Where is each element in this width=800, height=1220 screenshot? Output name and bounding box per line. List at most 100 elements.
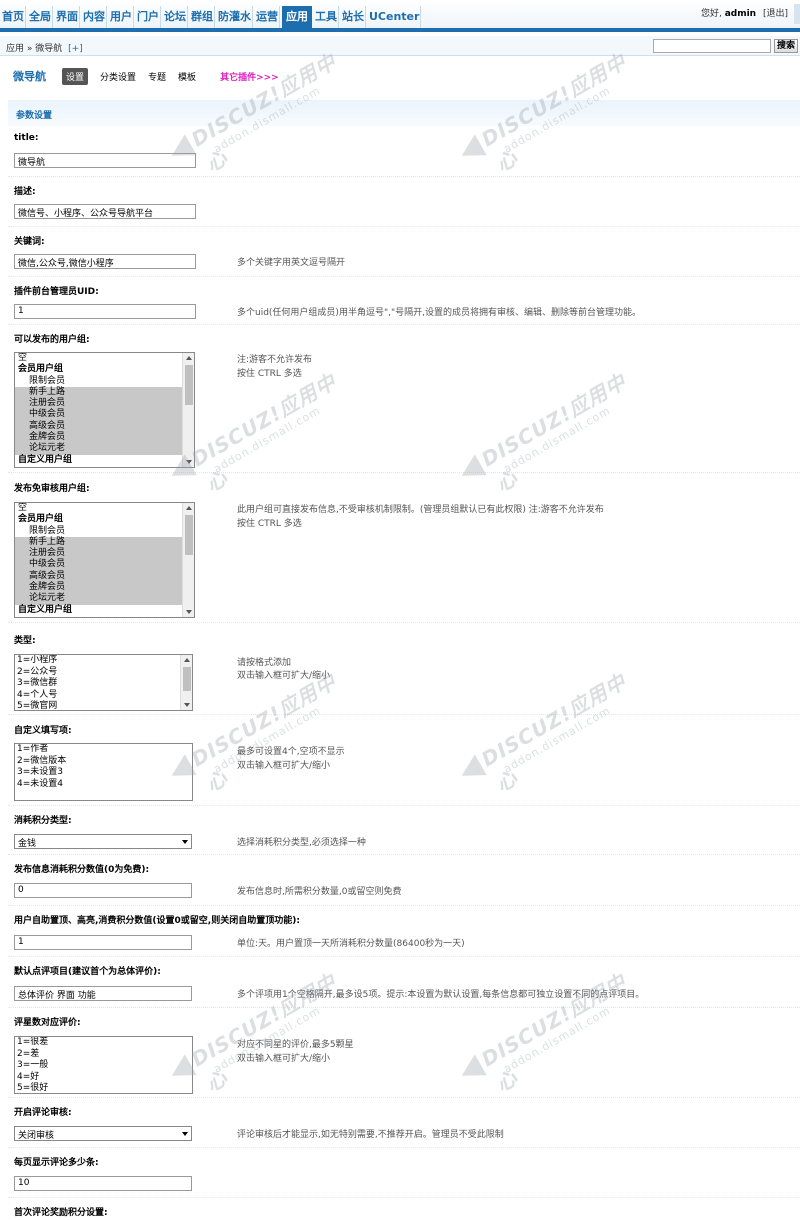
chevron-down-icon bbox=[182, 1132, 188, 1136]
scroll-up-icon[interactable] bbox=[186, 356, 192, 360]
top-cost-input[interactable]: 1 bbox=[14, 935, 192, 950]
nav-item-13[interactable]: UCenter bbox=[368, 6, 422, 28]
group-option[interactable]: 自定义用户组 bbox=[15, 605, 194, 616]
nav-item-10[interactable]: 应用 bbox=[282, 6, 312, 28]
nav-item-11[interactable]: 工具 bbox=[314, 6, 339, 28]
nav-item-12[interactable]: 站长 bbox=[341, 6, 366, 28]
tab-settings[interactable]: 设置 bbox=[62, 67, 89, 85]
keywords-input[interactable]: 微信,公众号,微信小程序 bbox=[14, 254, 196, 269]
search-button[interactable]: 搜索 bbox=[774, 39, 798, 53]
group-option[interactable]: 注册会员 bbox=[15, 548, 194, 560]
frame-toggle-icon[interactable] bbox=[794, 4, 800, 24]
title-input[interactable]: 微导航 bbox=[14, 153, 196, 168]
row-divider bbox=[8, 956, 800, 957]
breadcrumb-root[interactable]: 应用 bbox=[6, 44, 24, 54]
section-title: 参数设置 bbox=[16, 111, 53, 121]
scroll-down-icon[interactable] bbox=[186, 610, 192, 614]
watermark-logo-icon bbox=[455, 134, 487, 167]
title-label: title: bbox=[14, 133, 39, 143]
scroll-thumb[interactable] bbox=[183, 667, 191, 691]
group-option[interactable]: 空 bbox=[15, 353, 194, 364]
nav-item-3[interactable]: 内容 bbox=[82, 6, 107, 28]
row-divider bbox=[8, 854, 800, 855]
watermark-logo-icon bbox=[455, 454, 487, 487]
description-input[interactable]: 微信号、小程序、公众号导航平台 bbox=[14, 204, 196, 219]
credit-type-label: 消耗积分类型: bbox=[14, 816, 72, 826]
group-option[interactable]: 新手上路 bbox=[15, 386, 194, 399]
credit-type-select[interactable]: 金钱 bbox=[14, 834, 192, 849]
search-input[interactable] bbox=[653, 39, 771, 53]
listbox-scrollbar[interactable] bbox=[182, 353, 194, 467]
custom-fields-textarea[interactable]: 1=作者 2=微信版本 3=未设置3 4=未设置4 bbox=[14, 743, 193, 801]
group-option[interactable]: 空 bbox=[15, 503, 194, 514]
group-option[interactable]: 注册会员 bbox=[15, 398, 194, 410]
scroll-down-icon[interactable] bbox=[184, 703, 190, 707]
keywords-tip: 多个关键字用英文逗号隔开 bbox=[237, 258, 346, 268]
group-option[interactable]: 中级会员 bbox=[15, 559, 194, 571]
row-divider bbox=[8, 1197, 800, 1198]
row-divider bbox=[8, 905, 800, 906]
nav-item-6[interactable]: 论坛 bbox=[163, 6, 188, 28]
group-option[interactable]: 论坛元老 bbox=[15, 593, 194, 605]
types-textarea[interactable]: 1=小程序 2=公众号 3=微信群 4=个人号 5=微官网 bbox=[14, 654, 193, 711]
textarea-scrollbar[interactable] bbox=[180, 655, 192, 710]
nav-item-2[interactable]: 界面 bbox=[55, 6, 80, 28]
nav-item-8[interactable]: 防灌水 bbox=[217, 6, 253, 28]
group-option[interactable]: 限制会员 bbox=[15, 376, 194, 387]
admin-uid-input[interactable]: 1 bbox=[14, 304, 196, 319]
exempt-groups-tip-multiselect: 按住 CTRL 多选 bbox=[237, 519, 302, 529]
watermark-url: addon.dismall.com bbox=[501, 403, 613, 476]
watermark-url: addon.dismall.com bbox=[211, 403, 323, 476]
add-shortcut-link[interactable]: [+] bbox=[68, 44, 83, 54]
group-option[interactable]: 金牌会员 bbox=[15, 582, 194, 594]
group-option[interactable]: 会员用户组 bbox=[15, 514, 194, 525]
breadcrumb-separator: » bbox=[26, 44, 33, 54]
scroll-up-icon[interactable] bbox=[184, 658, 190, 662]
group-option[interactable]: 会员用户组 bbox=[15, 364, 194, 375]
row-divider bbox=[8, 324, 800, 325]
rating-items-label: 默认点评项目(建议首个为总体评价): bbox=[14, 967, 161, 977]
comment-review-select[interactable]: 关闭审核 bbox=[14, 1126, 192, 1141]
types-label: 类型: bbox=[14, 636, 36, 646]
scroll-thumb[interactable] bbox=[185, 365, 193, 405]
section-header: 参数设置 bbox=[8, 100, 800, 126]
nav-item-0[interactable]: 首页 bbox=[1, 6, 26, 28]
group-option[interactable]: 论坛元老 bbox=[15, 443, 194, 455]
nav-item-4[interactable]: 用户 bbox=[109, 6, 134, 28]
group-option[interactable]: 自定义用户组 bbox=[15, 455, 194, 466]
group-option[interactable]: 中级会员 bbox=[15, 409, 194, 421]
nav-item-5[interactable]: 门户 bbox=[136, 6, 161, 28]
description-label: 描述: bbox=[14, 187, 36, 197]
logout-link[interactable]: [退出] bbox=[763, 9, 788, 19]
group-option[interactable]: 高级会员 bbox=[15, 420, 194, 433]
main-menu: 首页 全局 界面 内容 用户 门户 论坛 群组 防灌水 运营 应用 工具 站长 UCenter bbox=[1, 6, 423, 28]
listbox-scrollbar[interactable] bbox=[182, 503, 194, 617]
watermark-brand: DISCUZ!应用中心 bbox=[477, 369, 631, 497]
tab-topics[interactable]: 专题 bbox=[148, 70, 166, 83]
rating-items-input[interactable]: 总体评价 界面 功能 bbox=[14, 986, 192, 1001]
group-option[interactable]: 新手上路 bbox=[15, 536, 194, 549]
comment-review-tip: 评论审核后才能显示,如无特别需要,不推荐开启。管理员不受此限制 bbox=[237, 1130, 504, 1140]
group-option[interactable]: 高级会员 bbox=[15, 570, 194, 583]
scroll-up-icon[interactable] bbox=[186, 506, 192, 510]
nav-item-7[interactable]: 群组 bbox=[190, 6, 215, 28]
textarea-line: 1=小程序 bbox=[17, 655, 58, 665]
scroll-thumb[interactable] bbox=[185, 515, 193, 555]
watermark-logo-icon bbox=[455, 754, 487, 787]
exempt-groups-select[interactable]: 空 会员用户组 限制会员 新手上路 注册会员 中级会员 高级会员 金牌会员 论坛… bbox=[14, 502, 195, 618]
group-option[interactable]: 金牌会员 bbox=[15, 432, 194, 444]
tab-templates[interactable]: 模板 bbox=[178, 70, 196, 83]
post-groups-select[interactable]: 空 会员用户组 限制会员 新手上路 注册会员 中级会员 高级会员 金牌会员 论坛… bbox=[14, 352, 195, 468]
scroll-down-icon[interactable] bbox=[186, 460, 192, 464]
tab-category-settings[interactable]: 分类设置 bbox=[100, 70, 136, 83]
top-cost-label: 用户自助置顶、高亮,消费积分数值(设置0或留空,则关闭自助置顶功能): bbox=[14, 916, 300, 926]
more-plugins-link[interactable]: 其它插件>>> bbox=[220, 70, 279, 83]
row-divider bbox=[8, 472, 800, 473]
textarea-line: 2=微信版本 bbox=[17, 755, 67, 766]
nav-item-1[interactable]: 全局 bbox=[28, 6, 53, 28]
group-option[interactable]: 限制会员 bbox=[15, 526, 194, 537]
per-page-input[interactable]: 10 bbox=[14, 1176, 192, 1191]
post-cost-input[interactable]: 0 bbox=[14, 883, 192, 898]
rating-levels-textarea[interactable]: 1=很差 2=差 3=一般 4=好 5=很好 bbox=[14, 1036, 193, 1094]
nav-item-9[interactable]: 运营 bbox=[255, 6, 280, 28]
